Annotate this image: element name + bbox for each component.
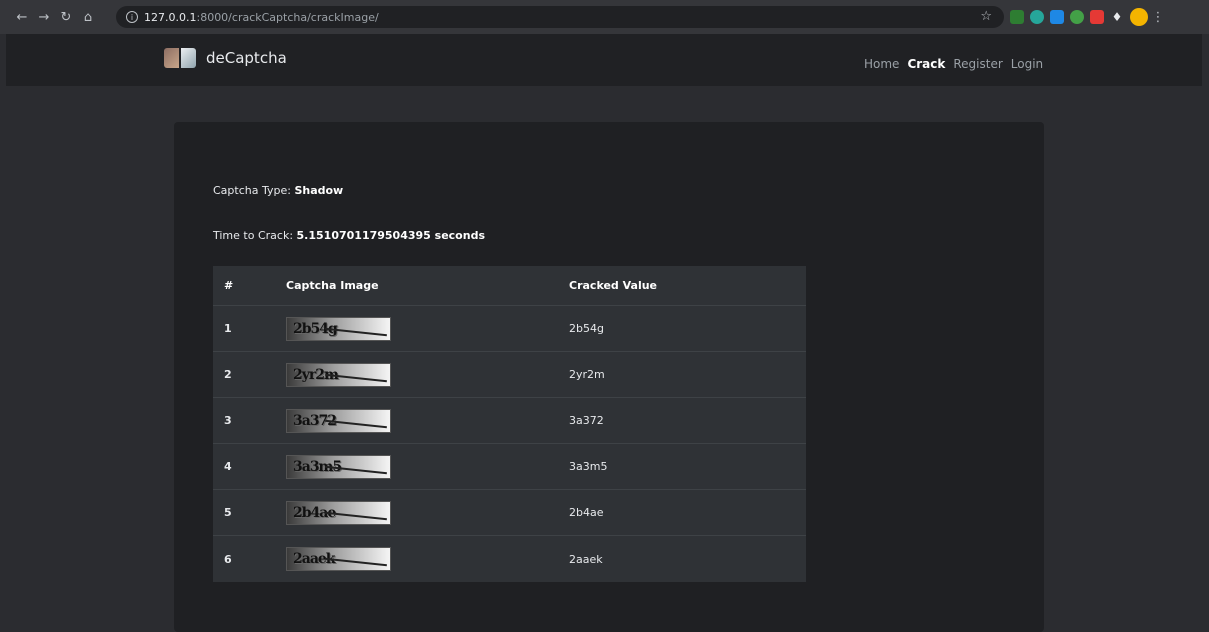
page: deCaptcha Home Crack Register Login Capt… <box>0 34 1209 632</box>
puzzle-icon[interactable]: ♦ <box>1110 10 1124 24</box>
time-to-crack-line: Time to Crack: 5.1510701179504395 second… <box>213 229 485 242</box>
time-to-crack-value: 5.1510701179504395 seconds <box>296 229 485 242</box>
cracked-value: 2yr2m <box>569 368 605 381</box>
results-card: Captcha Type: Shadow Time to Crack: 5.15… <box>174 122 1044 632</box>
header-cracked-value: Cracked Value <box>569 279 658 292</box>
bookmark-star-icon[interactable]: ☆ <box>980 9 992 24</box>
results-table: # Captcha Image Cracked Value 1 2b54g 2b… <box>213 266 806 582</box>
row-number: 6 <box>224 552 232 566</box>
browser-toolbar: ← → ↻ ⌂ i 127.0.0.1:8000/crackCaptcha/cr… <box>0 0 1209 34</box>
table-row: 1 2b54g 2b54g <box>213 306 806 352</box>
cracked-value: 3a3m5 <box>569 460 608 473</box>
reload-icon[interactable]: ↻ <box>56 7 76 27</box>
profile-avatar-icon[interactable] <box>1130 8 1148 26</box>
captcha-image: 2b4ae <box>286 500 391 525</box>
extension-icon[interactable] <box>1070 10 1084 24</box>
extension-icon[interactable] <box>1090 10 1104 24</box>
captcha-image: 3a372 <box>286 408 391 433</box>
row-number: 1 <box>224 322 232 335</box>
captcha-image: 3a3m5 <box>286 454 391 479</box>
table-row: 5 2b4ae 2b4ae <box>213 490 806 536</box>
navbar: deCaptcha Home Crack Register Login <box>6 34 1202 86</box>
extension-icon[interactable] <box>1050 10 1064 24</box>
site-info-icon[interactable]: i <box>126 11 138 23</box>
url-host: 127.0.0.1 <box>144 10 197 24</box>
nav-link-crack[interactable]: Crack <box>907 57 945 71</box>
row-number: 3 <box>224 414 232 427</box>
header-captcha-image: Captcha Image <box>286 279 379 292</box>
table-row: 6 2aaek 2aaek <box>213 536 806 582</box>
row-number: 2 <box>224 368 232 381</box>
home-icon[interactable]: ⌂ <box>78 7 98 27</box>
brand-logo-icon <box>164 48 198 68</box>
table-row: 2 2yr2m 2yr2m <box>213 352 806 398</box>
brand-name: deCaptcha <box>206 49 287 67</box>
cracked-value: 2aaek <box>569 552 603 566</box>
back-icon[interactable]: ← <box>12 7 32 27</box>
row-number: 5 <box>224 506 232 519</box>
captcha-type-value: Shadow <box>294 184 344 197</box>
extension-icon[interactable] <box>1030 10 1044 24</box>
captcha-type-line: Captcha Type: Shadow <box>213 184 343 197</box>
brand[interactable]: deCaptcha <box>164 48 287 68</box>
cracked-value: 2b4ae <box>569 506 604 519</box>
table-row: 4 3a3m5 3a3m5 <box>213 444 806 490</box>
row-number: 4 <box>224 460 232 473</box>
time-to-crack-label: Time to Crack: <box>213 229 297 242</box>
extension-icon[interactable] <box>1010 10 1024 24</box>
captcha-image: 2yr2m <box>286 362 391 387</box>
address-bar[interactable]: i 127.0.0.1:8000/crackCaptcha/crackImage… <box>116 6 1004 28</box>
url-path: :8000/crackCaptcha/crackImage/ <box>196 10 379 24</box>
forward-icon[interactable]: → <box>34 7 54 27</box>
more-menu-icon[interactable]: ⋮ <box>1152 10 1165 25</box>
captcha-type-label: Captcha Type: <box>213 184 295 197</box>
cracked-value: 3a372 <box>569 414 604 427</box>
nav-links: Home Crack Register Login <box>864 57 1043 71</box>
nav-link-register[interactable]: Register <box>953 57 1002 71</box>
table-row: 3 3a372 3a372 <box>213 398 806 444</box>
captcha-image: 2b54g <box>286 316 391 341</box>
header-number: # <box>224 279 234 292</box>
extensions-area: ♦ ⋮ <box>1010 7 1165 27</box>
nav-link-login[interactable]: Login <box>1011 57 1043 71</box>
cracked-value: 2b54g <box>569 322 604 335</box>
table-header: # Captcha Image Cracked Value <box>213 266 806 306</box>
nav-link-home[interactable]: Home <box>864 57 899 71</box>
captcha-image: 2aaek <box>286 547 391 571</box>
